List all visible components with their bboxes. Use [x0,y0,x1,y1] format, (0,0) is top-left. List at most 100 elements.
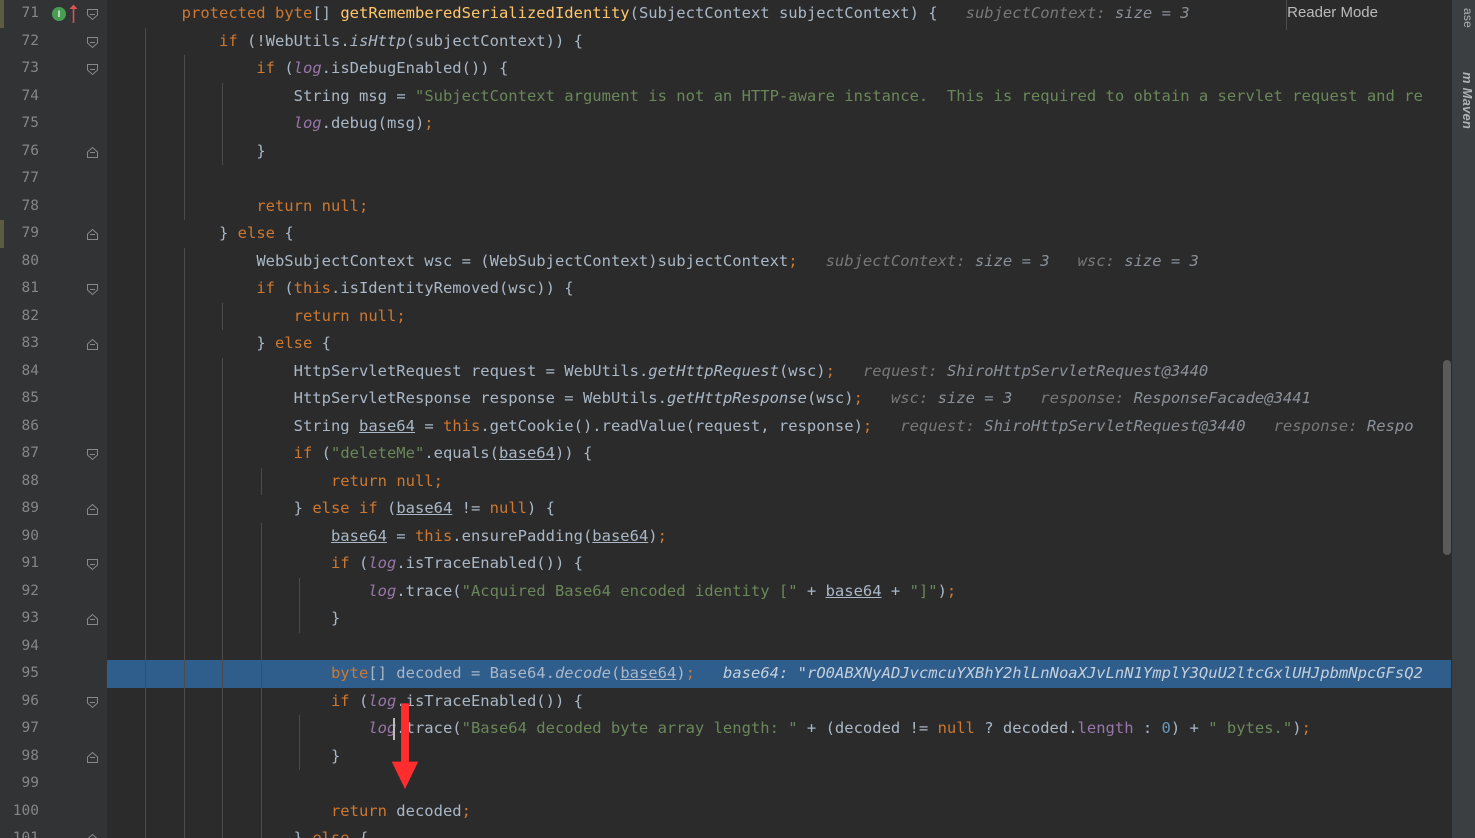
code-line[interactable]: 87 if ("deleteMe".equals(base64)) { [0,440,1452,468]
code-line[interactable]: 73 if (log.isDebugEnabled()) { [0,55,1452,83]
line-number[interactable]: 72 [0,28,44,56]
line-number[interactable]: 80 [0,248,44,276]
code-line[interactable]: 85 HttpServletResponse response = WebUti… [0,385,1452,413]
line-number[interactable]: 89 [0,495,44,523]
code-line[interactable]: 97 log.trace("Base64 decoded byte array … [0,715,1452,743]
code-line-content[interactable]: return decoded; [107,797,1452,825]
line-number[interactable]: 79 [0,220,44,248]
code-line[interactable]: 95 byte[] decoded = Base64.decode(base64… [0,660,1452,688]
fold-gutter[interactable] [79,220,107,248]
line-number[interactable]: 90 [0,523,44,551]
fold-gutter[interactable] [79,605,107,633]
code-line-content[interactable]: base64 = this.ensurePadding(base64); [107,522,1452,550]
line-number[interactable]: 101 [0,825,44,838]
code-line[interactable]: 78 return null; [0,192,1452,220]
line-number[interactable]: 82 [0,303,44,331]
line-number[interactable]: 73 [0,55,44,83]
code-line-content[interactable]: if (log.isTraceEnabled()) { [107,687,1452,715]
fold-expand-icon[interactable] [86,448,99,461]
implements-up-arrow-icon[interactable] [69,4,78,23]
line-number[interactable]: 86 [0,413,44,441]
tool-window-tab[interactable]: ase [1452,2,1475,28]
code-line[interactable]: 71 I protected byte[] getRememberedSerial… [0,0,1452,28]
code-line[interactable]: 98 } [0,742,1452,771]
fold-collapse-icon[interactable] [86,613,99,625]
code-line-content[interactable]: if (log.isDebugEnabled()) { [107,55,1452,83]
code-line-content[interactable]: return null; [107,192,1452,220]
fold-expand-icon[interactable] [86,36,99,48]
fold-gutter[interactable] [79,275,107,303]
code-line[interactable]: 101 } else { [0,825,1452,838]
line-number[interactable]: 100 [0,798,44,826]
code-line[interactable]: 91 if (log.isTraceEnabled()) { [0,550,1452,578]
code-line-content[interactable]: byte[] decoded = Base64.decode(base64); … [107,660,1452,688]
reader-mode-label[interactable]: Reader Mode [1275,1,1390,25]
code-line-content[interactable]: WebSubjectContext wsc = (WebSubjectConte… [107,247,1452,275]
gutter-icons[interactable]: I [49,0,79,28]
code-line-content[interactable]: return null; [107,302,1452,330]
code-line[interactable]: 89 } else if (base64 != null) { [0,495,1452,523]
code-line-content[interactable]: String base64 = this.getCookie().readVal… [107,412,1452,440]
code-line-content[interactable] [107,632,1452,660]
override-marker-icon[interactable]: I [52,7,66,21]
fold-gutter[interactable] [79,688,107,716]
code-line-content[interactable]: log.debug(msg); [107,110,1452,138]
fold-gutter[interactable] [79,138,107,166]
line-number[interactable]: 95 [0,660,44,688]
line-number[interactable]: 71 [0,0,44,28]
line-number[interactable]: 98 [0,743,44,771]
code-line[interactable]: 96 if (log.isTraceEnabled()) { [0,687,1452,716]
fold-expand-icon[interactable] [86,63,99,76]
code-line[interactable]: 99 [0,770,1452,798]
code-line[interactable]: 81 if (this.isIdentityRemoved(wsc)) { [0,275,1452,303]
line-number[interactable]: 74 [0,83,44,111]
code-line[interactable]: 84 HttpServletRequest request = WebUtils… [0,357,1452,386]
code-line-content[interactable]: protected byte[] getRememberedSerialized… [107,0,1452,28]
line-number[interactable]: 84 [0,358,44,386]
code-line-content[interactable]: return null; [107,467,1452,495]
code-line[interactable]: 76 } [0,137,1452,166]
line-number[interactable]: 96 [0,688,44,716]
code-line-content[interactable]: HttpServletRequest request = WebUtils.ge… [107,357,1452,385]
fold-gutter[interactable] [79,440,107,468]
code-line-content[interactable]: } [107,742,1452,770]
fold-expand-icon[interactable] [86,558,99,571]
code-line-content[interactable]: } else { [107,330,1452,358]
code-line[interactable]: 82 return null; [0,302,1452,331]
line-number[interactable]: 99 [0,770,44,798]
fold-gutter[interactable] [79,743,107,771]
fold-gutter[interactable] [79,825,107,838]
code-line[interactable]: 80 WebSubjectContext wsc = (WebSubjectCo… [0,247,1452,276]
line-number[interactable]: 91 [0,550,44,578]
code-line[interactable]: 77 [0,165,1452,193]
code-line-content[interactable]: String msg = "SubjectContext argument is… [107,82,1452,110]
right-tool-window-stripe[interactable]: ase m Maven [1451,0,1475,838]
fold-gutter[interactable] [79,495,107,523]
code-line[interactable]: 74 String msg = "SubjectContext argument… [0,82,1452,111]
code-line-content[interactable]: } [107,605,1452,633]
fold-collapse-icon[interactable] [86,338,99,350]
scrollbar-thumb[interactable] [1443,360,1451,555]
tool-window-tab[interactable]: m Maven [1452,66,1475,129]
line-number[interactable]: 92 [0,578,44,606]
fold-gutter[interactable] [79,330,107,358]
code-line[interactable]: 90 base64 = this.ensurePadding(base64); [0,522,1452,551]
fold-collapse-icon[interactable] [86,228,99,240]
fold-expand-icon[interactable] [86,696,99,708]
code-line-content[interactable]: if (log.isTraceEnabled()) { [107,550,1452,578]
code-line[interactable]: 86 String base64 = this.getCookie().read… [0,412,1452,441]
line-number[interactable]: 97 [0,715,44,743]
line-number[interactable]: 76 [0,138,44,166]
code-line[interactable]: 75 log.debug(msg); [0,110,1452,138]
code-line-content[interactable] [107,165,1452,193]
code-line[interactable]: 100 return decoded; [0,797,1452,826]
code-line-content[interactable]: log.trace("Acquired Base64 encoded ident… [107,577,1452,605]
code-line-content[interactable]: } [107,137,1452,165]
line-number[interactable]: 75 [0,110,44,138]
line-number[interactable]: 87 [0,440,44,468]
line-number[interactable]: 93 [0,605,44,633]
code-line[interactable]: 88 return null; [0,467,1452,495]
fold-gutter[interactable] [79,55,107,83]
code-line[interactable]: 93 } [0,605,1452,633]
fold-gutter[interactable] [79,550,107,578]
